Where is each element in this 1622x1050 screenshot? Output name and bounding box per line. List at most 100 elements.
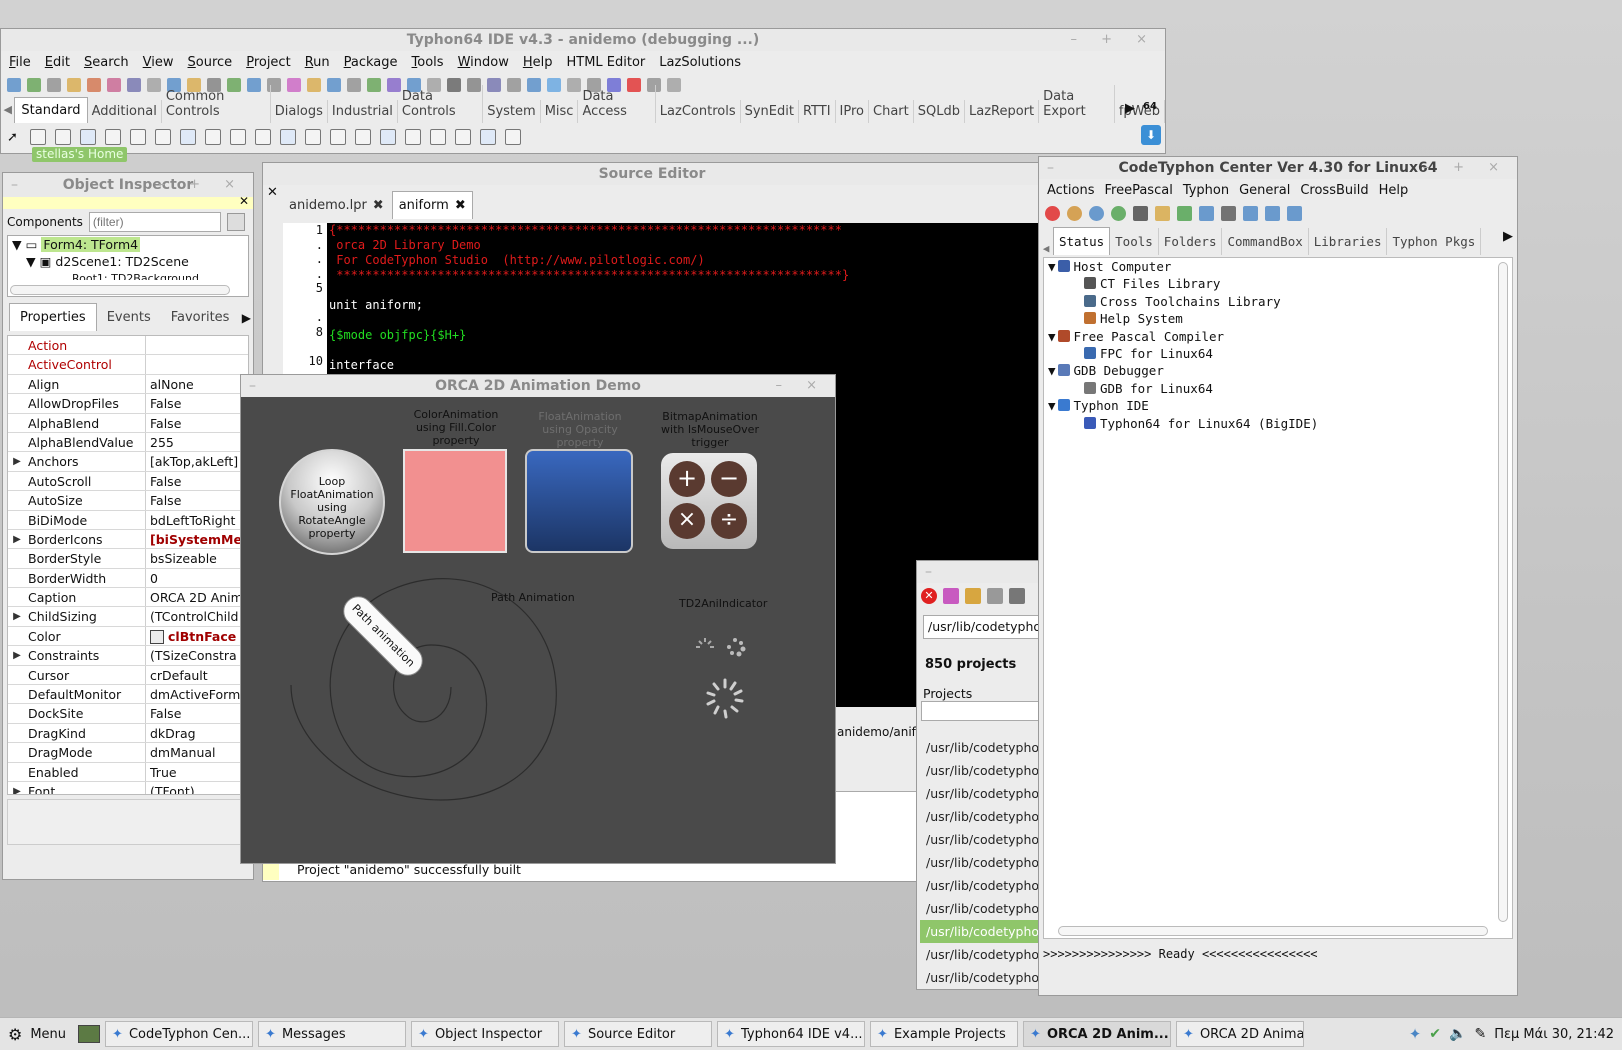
expand-icon[interactable]: ▶	[8, 782, 26, 794]
code-line[interactable]	[327, 283, 1041, 298]
palette-right-arrow-icon[interactable]: ▶	[1125, 101, 1135, 116]
tree-item-d2scene[interactable]: ▼ ▣ d2Scene1: TD2Scene	[8, 253, 248, 270]
window-controls[interactable]: – + ×	[1070, 29, 1157, 51]
palette-tab-data-controls[interactable]: Data Controls	[398, 85, 484, 123]
palette-tab-data-access[interactable]: Data Access	[578, 85, 656, 123]
palette-tab-sqldb[interactable]: SQLdb	[914, 100, 965, 123]
component-icon[interactable]	[505, 129, 521, 145]
property-value[interactable]: crDefault	[146, 666, 248, 684]
code-line[interactable]: ****************************************…	[327, 268, 1041, 283]
clock[interactable]: Πεμ Μάι 30, 21:42	[1494, 1027, 1614, 1042]
start-menu-button[interactable]: Menu	[30, 1027, 66, 1042]
project-list-item[interactable]: /usr/lib/codetyphon	[920, 759, 1038, 782]
code-line[interactable]	[327, 313, 1041, 328]
close-icon[interactable]: ✖	[373, 198, 384, 213]
code-line[interactable]: For CodeTyphon Studio (http://www.pilotl…	[327, 253, 1041, 268]
tree-icon[interactable]	[1009, 588, 1025, 604]
component-icon[interactable]	[130, 129, 146, 145]
taskbar-task[interactable]: ✦ CodeTyphon Cen...	[105, 1021, 254, 1047]
project-list-item[interactable]: /usr/lib/codetyphon	[920, 736, 1038, 759]
taskbar-task[interactable]: ✦ ORCA 2D Animati...	[1176, 1021, 1305, 1047]
close-icon[interactable]: ✕	[267, 185, 278, 200]
property-value[interactable]: dkDrag	[146, 724, 248, 742]
property-row[interactable]: ▶ Anchors [akTop,akLeft]	[8, 452, 248, 472]
toolbar-tool-icon[interactable]	[47, 78, 61, 92]
property-row[interactable]: AllowDropFiles False	[8, 394, 248, 414]
center-tree-node[interactable]: Typhon64 for Linux64 (BigIDE)	[1048, 415, 1512, 432]
property-row[interactable]: Cursor crDefault	[8, 665, 248, 686]
ide-title-bar[interactable]: Typhon64 IDE v4.3 - anidemo (debugging .…	[1, 29, 1165, 51]
palette-tab-standard[interactable]: Standard	[14, 97, 88, 123]
center-menu-help[interactable]: Help	[1379, 183, 1409, 198]
menu-project[interactable]: Project	[246, 55, 291, 70]
property-value[interactable]	[146, 355, 248, 373]
component-icon[interactable]	[405, 129, 421, 145]
property-value[interactable]: True	[146, 763, 248, 781]
expand-icon[interactable]: ▶	[8, 646, 26, 664]
toolbar-tool-icon[interactable]	[7, 78, 21, 92]
center-menu-freepascal[interactable]: FreePascal	[1105, 183, 1173, 198]
center-tool-icon[interactable]	[1287, 205, 1302, 221]
source-title-bar[interactable]: Source Editor	[263, 163, 1041, 185]
pen-icon[interactable]: ✎	[1474, 1026, 1486, 1042]
center-tool-icon[interactable]	[1155, 205, 1170, 221]
property-value[interactable]: False	[146, 472, 248, 490]
toolbar-tool-icon[interactable]	[107, 78, 121, 92]
palette-tab-additional[interactable]: Additional	[88, 100, 162, 123]
pointer-icon[interactable]: ➚	[7, 130, 27, 145]
menu-run[interactable]: Run	[305, 55, 330, 70]
property-row[interactable]: Align alNone	[8, 374, 248, 395]
taskbar-task[interactable]: ✦ ORCA 2D Anim...	[1023, 1021, 1172, 1047]
close-icon[interactable]: ✕	[239, 194, 249, 208]
center-tool-icon[interactable]	[1089, 205, 1104, 221]
projects-title-bar[interactable]: –	[917, 561, 1045, 583]
toolbar-tool-icon[interactable]	[327, 78, 341, 92]
inspector-tab-events[interactable]: Events	[97, 304, 161, 331]
taskbar-task[interactable]: ✦ Example Projects	[870, 1021, 1019, 1047]
property-value[interactable]: False	[146, 394, 248, 412]
toolbar-tool-icon[interactable]	[127, 78, 141, 92]
component-icon[interactable]	[105, 129, 121, 145]
component-icon[interactable]	[180, 129, 196, 145]
collapse-icon[interactable]: ▼	[1048, 398, 1056, 413]
center-tree-node[interactable]: ▼ Host Computer	[1048, 258, 1512, 275]
property-row[interactable]: DragMode dmManual	[8, 743, 248, 763]
center-menu-general[interactable]: General	[1239, 183, 1290, 198]
tools-icon[interactable]	[987, 588, 1003, 604]
menu-search[interactable]: Search	[84, 55, 129, 70]
center-tab-status[interactable]: Status	[1053, 227, 1111, 255]
toolbar-tool-icon[interactable]	[547, 78, 561, 92]
property-row[interactable]: BorderStyle bsSizeable	[8, 549, 248, 569]
property-value[interactable]: [biSystemMenu	[146, 530, 248, 548]
property-value[interactable]: bsSizeable	[146, 549, 248, 567]
source-tab-aniform[interactable]: aniform ✖	[391, 191, 473, 219]
property-row[interactable]: Action	[8, 336, 248, 356]
tabs-right-arrow-icon[interactable]: ▶	[240, 305, 253, 331]
property-row[interactable]: ▶BorderIcons[biSystemMenu	[8, 529, 248, 550]
filter-icon[interactable]	[226, 213, 245, 231]
calculator-bitmap[interactable]: + − × ÷	[661, 453, 757, 549]
property-row[interactable]: DockSite False	[8, 704, 248, 724]
property-row[interactable]: DefaultMonitor dmActiveForm	[8, 685, 248, 705]
close-icon[interactable]: ✖	[455, 198, 466, 213]
orca-title-bar[interactable]: – ORCA 2D Animation Demo – ×	[241, 375, 835, 397]
property-value[interactable]: 255	[146, 433, 248, 451]
palette-tab-misc[interactable]: Misc	[541, 100, 579, 123]
terminal-icon[interactable]	[78, 1025, 101, 1043]
menu-window[interactable]: Window	[458, 55, 509, 70]
palette-tab-data-export[interactable]: Data Export	[1039, 85, 1115, 123]
toolbar-tool-icon[interactable]	[347, 78, 361, 92]
property-value[interactable]: False	[146, 491, 248, 509]
center-menu-actions[interactable]: Actions	[1047, 183, 1095, 198]
tree-hscrollbar[interactable]	[10, 285, 230, 295]
inspector-tab-favorites[interactable]: Favorites	[161, 304, 240, 331]
taskbar-task[interactable]: ✦ Messages	[258, 1021, 407, 1047]
toolbar-tool-icon[interactable]	[287, 78, 301, 92]
component-icon[interactable]	[480, 129, 496, 145]
palette-tab-chart[interactable]: Chart	[869, 100, 914, 123]
property-row[interactable]: DragKind dkDrag	[8, 723, 248, 744]
gears-icon[interactable]	[965, 588, 981, 604]
center-tree-node[interactable]: Help System	[1048, 310, 1512, 327]
menu-help[interactable]: Help	[523, 55, 553, 70]
component-icon[interactable]	[430, 129, 446, 145]
